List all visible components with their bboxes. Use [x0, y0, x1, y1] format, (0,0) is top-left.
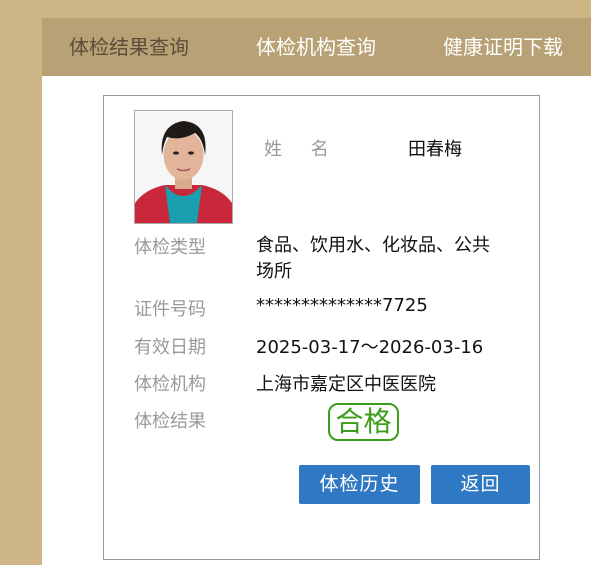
exam-institution-label: 体检机构: [134, 374, 206, 395]
exam-history-button[interactable]: 体检历史: [299, 465, 420, 504]
nav-tab-result-query[interactable]: 体检结果查询: [69, 18, 189, 76]
name-value: 田春梅: [408, 139, 462, 160]
left-decor-strip: [0, 0, 42, 565]
top-nav: 体检结果查询 体检机构查询 健康证明下载: [42, 18, 591, 76]
exam-result-label: 体检结果: [134, 411, 206, 432]
id-number-label: 证件号码: [134, 299, 206, 320]
nav-tab-institution-query[interactable]: 体检机构查询: [256, 18, 376, 76]
exam-institution-value: 上海市嘉定区中医医院: [256, 374, 436, 395]
top-decor-strip: [0, 0, 591, 18]
valid-date-value: 2025-03-17～2026-03-16: [256, 337, 484, 358]
back-button[interactable]: 返回: [431, 465, 530, 504]
id-number-value: **************7725: [256, 295, 428, 316]
nav-tab-certificate-download[interactable]: 健康证明下载: [443, 18, 563, 76]
exam-result-badge: 合格: [328, 403, 399, 441]
person-photo: [134, 110, 233, 224]
exam-type-label: 体检类型: [134, 237, 206, 258]
name-label: 姓名: [264, 139, 358, 160]
exam-type-value: 食品、饮用水、化妆品、公共场所: [256, 235, 490, 282]
valid-date-label: 有效日期: [134, 337, 206, 358]
person-photo-icon: [135, 111, 232, 223]
